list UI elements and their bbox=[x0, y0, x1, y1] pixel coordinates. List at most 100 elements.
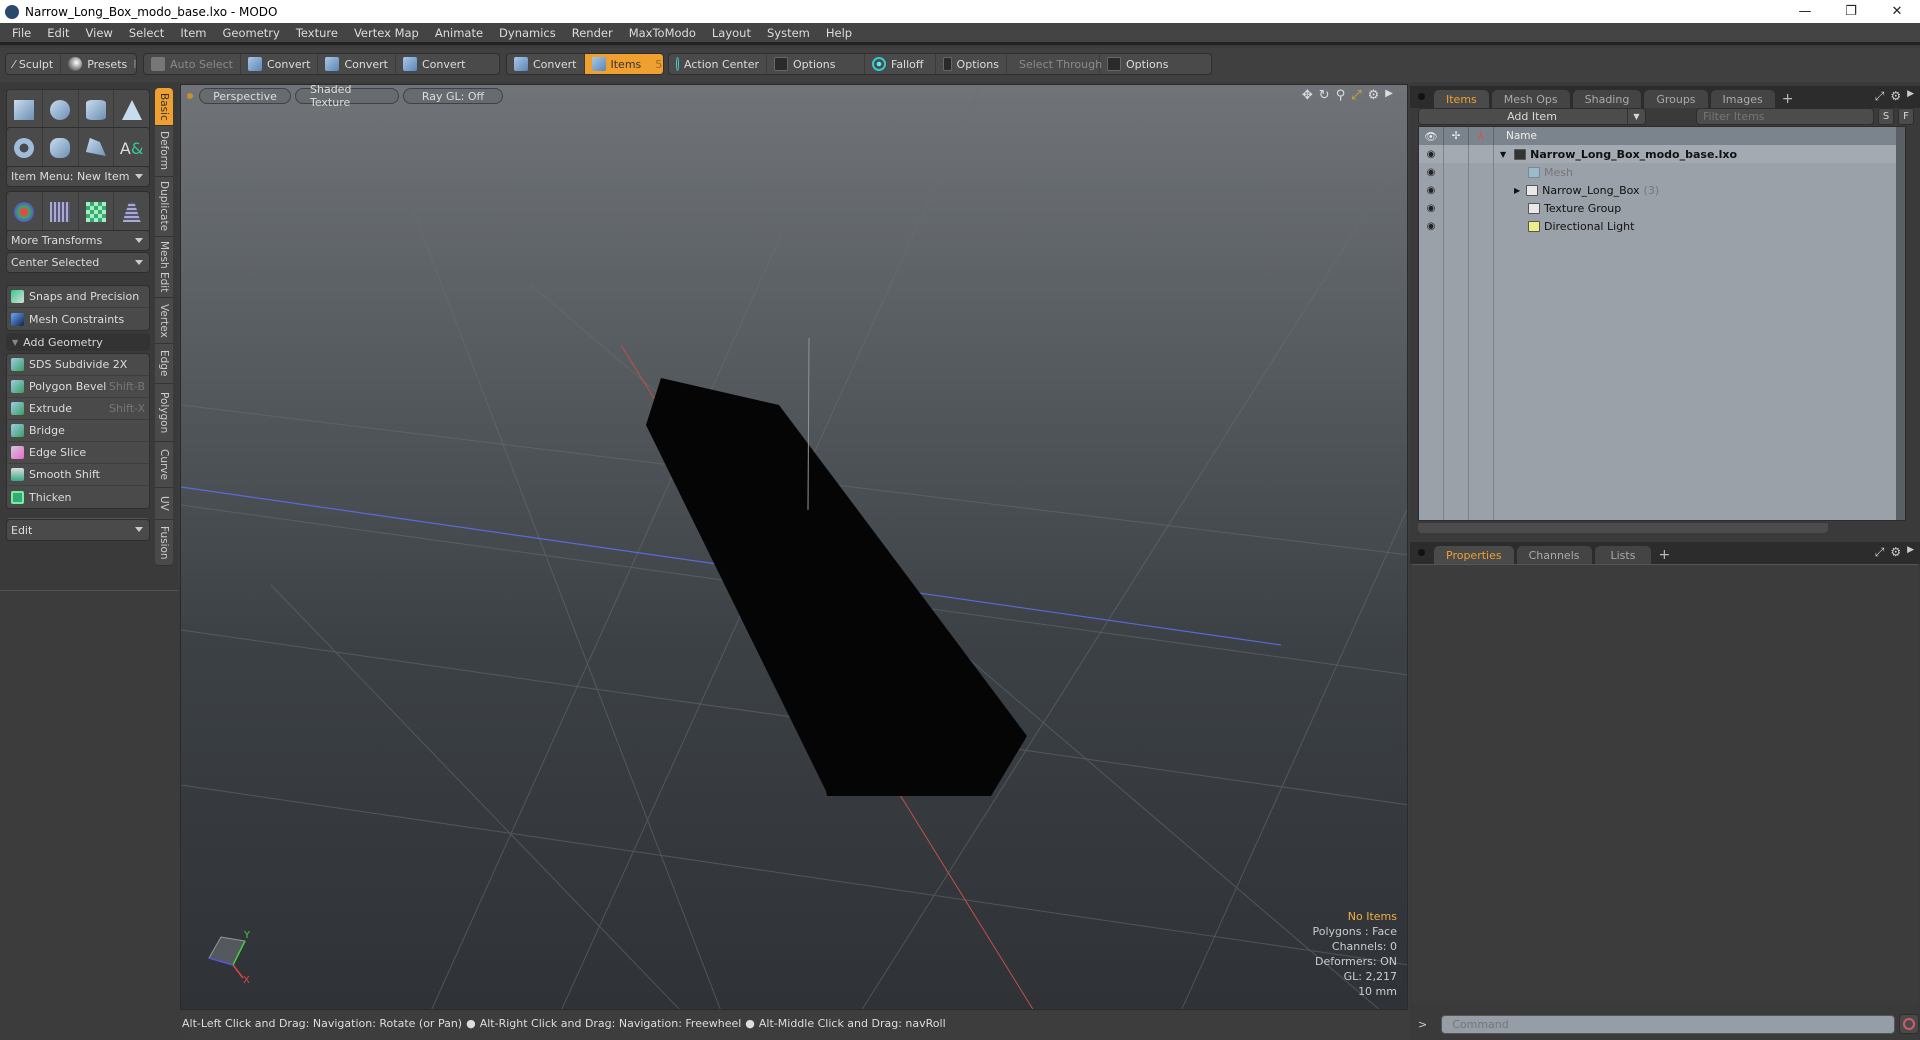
3d-viewport[interactable]: Y X Perspective Shaded Texture Ray GL: O… bbox=[180, 84, 1408, 1010]
deform-grid-button[interactable] bbox=[43, 192, 79, 232]
vertical-scrollbar[interactable] bbox=[1896, 127, 1905, 520]
expand-triangle-icon[interactable]: ▶ bbox=[1514, 186, 1520, 195]
zoom-icon[interactable]: ⚲ bbox=[1336, 88, 1346, 103]
menu-vertex-map[interactable]: Vertex Map bbox=[346, 26, 427, 40]
items-mode-button[interactable]: Items 5 bbox=[584, 54, 663, 74]
narrow-long-box-mesh[interactable] bbox=[646, 378, 1027, 796]
add-geometry-header[interactable]: ▼ Add Geometry bbox=[6, 333, 150, 351]
sds-subdivide-button[interactable]: SDS Subdivide 2X bbox=[7, 354, 149, 376]
menu-texture[interactable]: Texture bbox=[288, 26, 346, 40]
tab-shading[interactable]: Shading bbox=[1572, 90, 1642, 108]
raygl-button[interactable]: Ray GL: Off bbox=[403, 88, 503, 104]
add-tab-button[interactable]: + bbox=[1778, 90, 1798, 108]
menu-geometry[interactable]: Geometry bbox=[215, 26, 288, 40]
pan-icon[interactable]: ✥ bbox=[1302, 88, 1313, 103]
tab-fusion[interactable]: Fusion bbox=[155, 520, 173, 566]
action-center-button[interactable]: Action Center bbox=[669, 54, 767, 74]
convert-vertices-button[interactable]: Convert bbox=[241, 54, 319, 74]
panel-menu-dot[interactable] bbox=[1418, 93, 1425, 100]
visibility-column-icon[interactable]: 👁 bbox=[1419, 127, 1444, 145]
visibility-eye-icon[interactable]: ◉ bbox=[1419, 145, 1444, 163]
tab-groups[interactable]: Groups bbox=[1644, 90, 1708, 108]
item-menu-dropdown[interactable]: Item Menu: New Item bbox=[6, 166, 150, 187]
polygon-bevel-button[interactable]: Polygon Bevel Shift-B bbox=[7, 376, 149, 398]
falloff-options-button[interactable]: Options bbox=[936, 54, 1007, 74]
tree-row-directional-light[interactable]: ◉ Directional Light bbox=[1419, 217, 1905, 235]
viewport-canvas[interactable]: Y X bbox=[181, 85, 1408, 1010]
horizontal-scrollbar[interactable] bbox=[1418, 523, 1828, 533]
menu-view[interactable]: View bbox=[78, 26, 121, 40]
snaps-precision-button[interactable]: Snaps and Precision bbox=[7, 286, 149, 308]
tab-mesh-edit[interactable]: Mesh Edit bbox=[155, 237, 173, 298]
menu-system[interactable]: System bbox=[759, 26, 818, 40]
torus-button[interactable] bbox=[7, 128, 43, 168]
record-button[interactable] bbox=[1899, 1014, 1920, 1034]
expand-arrow-icon[interactable]: ▶ bbox=[1907, 89, 1914, 104]
tab-mesh-ops[interactable]: Mesh Ops bbox=[1491, 90, 1570, 108]
filter-f-button[interactable]: F bbox=[1898, 108, 1914, 125]
viewport-status-dot[interactable] bbox=[187, 93, 193, 99]
maximize-panel-icon[interactable]: ⤢ bbox=[1875, 545, 1885, 560]
gear-icon[interactable]: ⚙ bbox=[1368, 88, 1380, 103]
minimize-button[interactable]: — bbox=[1782, 0, 1828, 23]
axis-column-icon[interactable]: ⅄ bbox=[1469, 127, 1494, 145]
cylinder-button[interactable] bbox=[79, 90, 115, 130]
menu-file[interactable]: File bbox=[4, 26, 39, 40]
more-transforms-dropdown[interactable]: More Transforms bbox=[6, 230, 150, 251]
menu-edit[interactable]: Edit bbox=[39, 26, 77, 40]
convert-edges-button[interactable]: Convert bbox=[318, 54, 396, 74]
tab-duplicate[interactable]: Duplicate bbox=[155, 177, 173, 237]
menu-layout[interactable]: Layout bbox=[704, 26, 759, 40]
visibility-eye-icon[interactable]: ◉ bbox=[1419, 217, 1444, 235]
cone-button[interactable] bbox=[114, 90, 149, 130]
filter-items-input[interactable] bbox=[1696, 108, 1874, 125]
restore-button[interactable]: ❐ bbox=[1828, 0, 1874, 23]
uv-checker-button[interactable] bbox=[79, 192, 115, 232]
select-through-options-button[interactable]: Options bbox=[1100, 54, 1211, 74]
menu-render[interactable]: Render bbox=[564, 26, 621, 40]
visibility-eye-icon[interactable]: ◉ bbox=[1419, 181, 1444, 199]
thicken-button[interactable]: Thicken bbox=[7, 486, 149, 508]
tab-items[interactable]: Items bbox=[1434, 90, 1489, 108]
tab-curve[interactable]: Curve bbox=[155, 442, 173, 488]
expand-arrow-icon[interactable]: ▶ bbox=[1907, 545, 1914, 560]
add-tab-button[interactable]: + bbox=[1654, 546, 1674, 564]
cube-button[interactable] bbox=[7, 90, 43, 130]
rotate-icon[interactable]: ↻ bbox=[1319, 88, 1330, 103]
add-item-button[interactable]: Add Item ▼ bbox=[1418, 108, 1646, 125]
view-mode-button[interactable]: Perspective bbox=[199, 88, 291, 104]
menu-animate[interactable]: Animate bbox=[427, 26, 491, 40]
gear-icon[interactable]: ⚙ bbox=[1890, 545, 1901, 560]
name-column-header[interactable]: Name bbox=[1494, 130, 1537, 142]
gear-icon[interactable]: ⚙ bbox=[1890, 89, 1901, 104]
menu-maxtomodo[interactable]: MaxToModo bbox=[621, 26, 704, 40]
text-button[interactable]: A& bbox=[114, 128, 149, 168]
presets-button[interactable]: Presets F6 bbox=[61, 54, 136, 74]
tab-edge[interactable]: Edge bbox=[155, 344, 173, 384]
menu-help[interactable]: Help bbox=[818, 26, 860, 40]
extrude-button[interactable]: Extrude Shift-X bbox=[7, 398, 149, 420]
smooth-shift-button[interactable]: Smooth Shift bbox=[7, 464, 149, 486]
tree-row-narrow-long-box[interactable]: ◉ ▶ Narrow_Long_Box (3) bbox=[1419, 181, 1905, 199]
menu-select[interactable]: Select bbox=[121, 26, 172, 40]
tree-row-mesh[interactable]: ◉ Mesh bbox=[1419, 163, 1905, 181]
chevron-down-icon[interactable]: ▼ bbox=[1627, 109, 1645, 124]
capsule-button[interactable] bbox=[43, 128, 79, 168]
pen-button[interactable] bbox=[79, 128, 115, 168]
tab-properties[interactable]: Properties bbox=[1434, 546, 1514, 564]
convert-materials-button[interactable]: Convert bbox=[507, 54, 585, 74]
falloff-button[interactable]: Falloff bbox=[865, 54, 936, 74]
tab-basic[interactable]: Basic bbox=[155, 88, 173, 126]
tab-polygon[interactable]: Polygon bbox=[155, 384, 173, 442]
taper-button[interactable] bbox=[114, 192, 149, 232]
tab-lists[interactable]: Lists bbox=[1594, 546, 1652, 564]
maximize-icon[interactable]: ⤢ bbox=[1351, 88, 1361, 103]
tab-images[interactable]: Images bbox=[1710, 90, 1775, 108]
shading-mode-button[interactable]: Shaded Texture bbox=[295, 85, 399, 109]
command-input[interactable] bbox=[1441, 1014, 1896, 1034]
sculpt-button[interactable]: ⁄ Sculpt bbox=[6, 54, 62, 74]
visibility-eye-icon[interactable]: ◉ bbox=[1419, 199, 1444, 217]
visibility-eye-icon[interactable]: ◉ bbox=[1419, 163, 1444, 181]
tab-uv[interactable]: UV bbox=[155, 488, 173, 520]
action-center-options-button[interactable]: Options bbox=[767, 54, 865, 74]
